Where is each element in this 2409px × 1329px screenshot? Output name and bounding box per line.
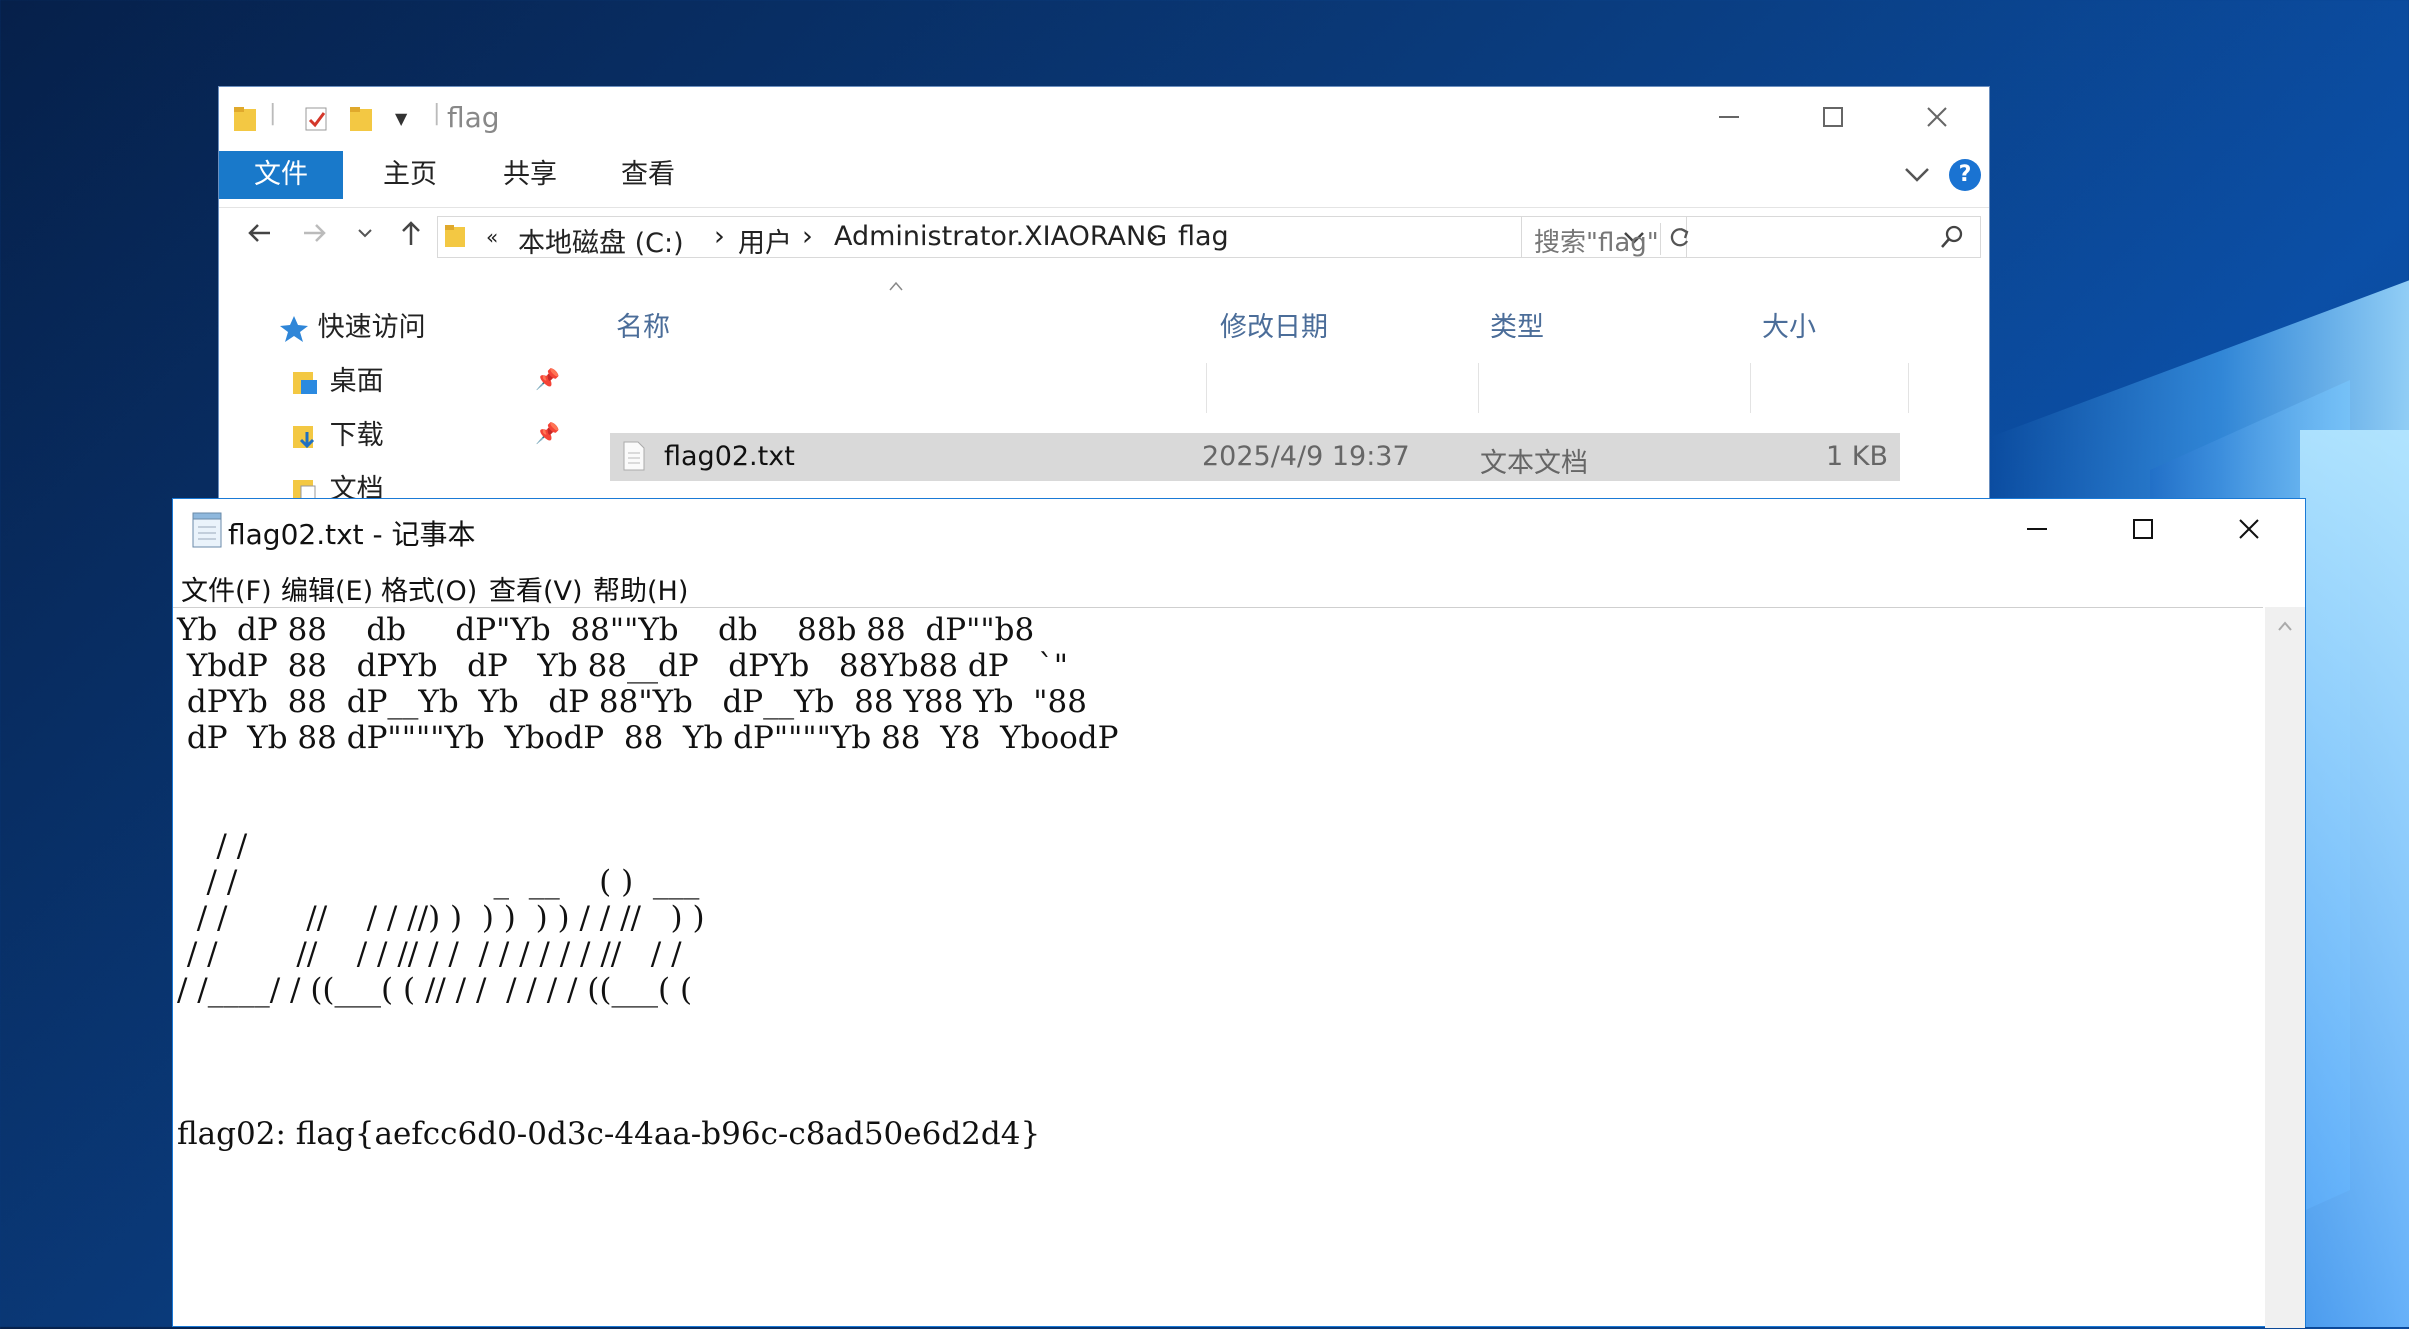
address-bar[interactable]: « 本地磁盘 (C:) › 用户 › Administrator.XIAORAN… <box>437 216 1689 260</box>
column-header-type[interactable]: 类型 <box>1490 305 1544 344</box>
explorer-titlebar: | ▼ | flag <box>219 87 1989 147</box>
column-header-modified[interactable]: 修改日期 <box>1220 305 1328 344</box>
tab-share[interactable]: 共享 <box>489 151 571 199</box>
breadcrumb-drive[interactable]: 本地磁盘 (C:) <box>518 221 684 260</box>
nav-item-label: 快速访问 <box>317 312 426 343</box>
menu-file[interactable]: 文件(F) <box>181 569 272 608</box>
notepad-window: flag02.txt - 记事本 文件(F) 编辑(E) 格式(O) 查看(V)… <box>172 498 2306 1329</box>
search-input[interactable]: 搜索"flag" <box>1521 216 1981 258</box>
scroll-up-icon[interactable] <box>2265 615 2305 636</box>
minimize-button[interactable] <box>1985 499 2089 559</box>
folder-icon <box>444 223 468 253</box>
new-folder-icon[interactable] <box>349 105 375 133</box>
menu-bar: 文件(F) 编辑(E) 格式(O) 查看(V) 帮助(H) <box>173 563 2305 607</box>
breadcrumb-user[interactable]: Administrator.XIAORANG <box>834 221 1167 252</box>
document-text: Yb dP 88 db dP"Yb 88""Yb db 88b 88 dP""b… <box>177 612 1119 1152</box>
tab-file[interactable]: 文件 <box>219 151 343 199</box>
folder-icon <box>233 105 259 133</box>
search-icon[interactable] <box>1938 223 1966 255</box>
explorer-window: | ▼ | flag 文件 主页 共享 查看 ? « 本地磁盘 (C:) › 用… <box>218 86 1990 506</box>
table-row[interactable]: flag02.txt 2025/4/9 19:37 文本文档 1 KB <box>610 433 1900 481</box>
notepad-titlebar: flag02.txt - 记事本 <box>173 499 2305 563</box>
window-title: flag02.txt - 记事本 <box>228 518 476 551</box>
menu-format[interactable]: 格式(O) <box>381 569 477 608</box>
up-arrow-icon[interactable] <box>391 218 431 258</box>
close-button[interactable] <box>2197 499 2301 559</box>
maximize-button[interactable] <box>1781 87 1885 147</box>
breadcrumb-overflow[interactable]: « <box>486 225 498 249</box>
expand-ribbon-icon[interactable] <box>1903 163 1931 189</box>
sort-up-icon <box>888 275 904 296</box>
file-size: 1 KB <box>1826 441 1888 472</box>
tab-home[interactable]: 主页 <box>369 151 451 199</box>
downloads-folder-icon <box>293 425 315 448</box>
navigation-pane: 快速访问 桌面 📌 下载 📌 文档 <box>219 271 574 507</box>
search-placeholder: 搜索"flag" <box>1534 228 1659 258</box>
file-type: 文本文档 <box>1480 448 1588 479</box>
nav-item-desktop[interactable]: 桌面 <box>291 359 384 398</box>
breadcrumb-users[interactable]: 用户 <box>738 221 792 260</box>
window-title: flag <box>447 101 500 134</box>
maximize-button[interactable] <box>2091 499 2195 559</box>
pin-icon[interactable]: 📌 <box>535 367 560 391</box>
nav-item-downloads[interactable]: 下载 <box>291 413 384 452</box>
file-modified: 2025/4/9 19:37 <box>1202 441 1410 472</box>
nav-item-label: 下载 <box>329 420 384 451</box>
close-button[interactable] <box>1885 87 1989 147</box>
desktop-folder-icon <box>293 371 317 394</box>
breadcrumb-separator[interactable]: › <box>802 221 813 252</box>
properties-icon[interactable] <box>303 105 331 133</box>
pin-icon[interactable]: 📌 <box>535 421 560 445</box>
desktop-light-beam <box>2300 430 2409 1327</box>
minimize-button[interactable] <box>1677 87 1781 147</box>
column-header-size[interactable]: 大小 <box>1762 305 1816 344</box>
address-row: « 本地磁盘 (C:) › 用户 › Administrator.XIAORAN… <box>219 207 1989 270</box>
recent-locations-icon[interactable] <box>345 218 385 258</box>
back-arrow-icon[interactable] <box>239 218 279 258</box>
column-header-name[interactable]: 名称 <box>616 305 670 344</box>
ribbon-tabs: 文件 主页 共享 查看 ? <box>219 151 1989 199</box>
forward-arrow-icon[interactable] <box>295 218 335 258</box>
nav-item-label: 桌面 <box>329 366 384 397</box>
breadcrumb-separator[interactable]: › <box>1148 221 1159 252</box>
file-name: flag02.txt <box>664 441 795 472</box>
breadcrumb-separator[interactable]: › <box>714 221 725 252</box>
breadcrumb-folder[interactable]: flag <box>1178 221 1229 252</box>
star-icon <box>280 315 308 342</box>
vertical-scrollbar[interactable] <box>2265 607 2305 1328</box>
file-list: 名称 修改日期 类型 大小 flag02.txt 2025/4/9 19:37 … <box>574 271 1989 507</box>
text-editor[interactable]: Yb dP 88 db dP"Yb 88""Yb db 88b 88 dP""b… <box>173 607 2263 1329</box>
menu-view[interactable]: 查看(V) <box>489 569 583 608</box>
tab-view[interactable]: 查看 <box>607 151 689 199</box>
notepad-icon <box>189 511 225 553</box>
menu-edit[interactable]: 编辑(E) <box>281 569 373 608</box>
help-icon[interactable]: ? <box>1949 159 1981 191</box>
menu-help[interactable]: 帮助(H) <box>593 569 688 608</box>
customize-dropdown-icon[interactable]: ▼ <box>395 109 407 137</box>
nav-item-quick-access[interactable]: 快速访问 <box>279 305 579 343</box>
text-file-icon <box>622 441 646 475</box>
